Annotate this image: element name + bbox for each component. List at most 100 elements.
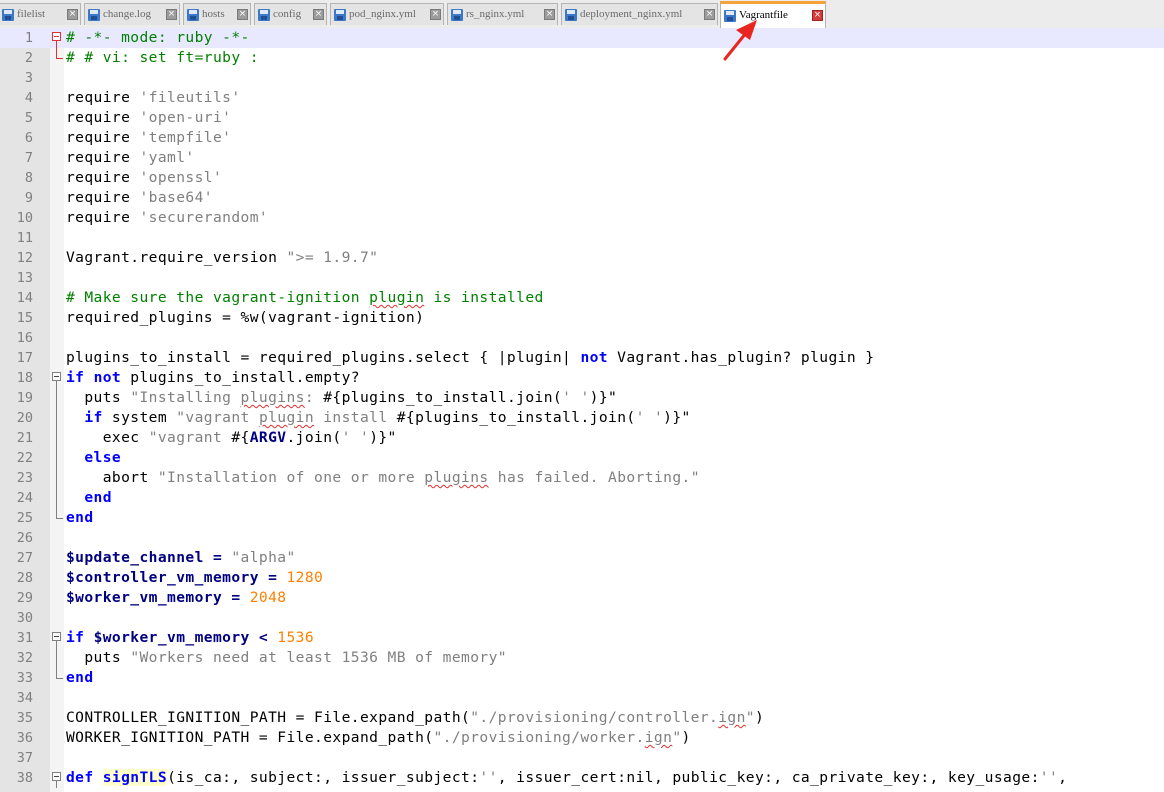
close-tab-icon[interactable]: × <box>67 9 78 20</box>
line-number: 1 <box>24 30 33 46</box>
tab-label: Vagrantfile <box>739 9 788 21</box>
code-line[interactable]: 32 puts "Workers need at least 1536 MB o… <box>0 648 1164 668</box>
line-number: 13 <box>16 270 33 286</box>
code-line[interactable]: 29 $worker_vm_memory = 2048 <box>0 588 1164 608</box>
line-number: 22 <box>16 450 33 466</box>
close-tab-icon[interactable]: × <box>812 10 823 21</box>
line-number: 32 <box>16 650 33 666</box>
close-tab-icon[interactable]: × <box>237 9 248 20</box>
code-line[interactable]: 7 require 'yaml' <box>0 148 1164 168</box>
line-number: 19 <box>16 390 33 406</box>
save-disk-icon <box>2 9 14 21</box>
line-number: 29 <box>16 590 33 606</box>
close-tab-icon[interactable]: × <box>430 9 441 20</box>
code-line[interactable]: 19 puts "Installing plugins: #{plugins_t… <box>0 388 1164 408</box>
code-line[interactable]: 23 abort "Installation of one or more pl… <box>0 468 1164 488</box>
tab-change-log[interactable]: change.log × <box>84 3 180 25</box>
code-line[interactable]: 28 $controller_vm_memory = 1280 <box>0 568 1164 588</box>
code-line[interactable]: 15 required_plugins = %w(vagrant-ignitio… <box>0 308 1164 328</box>
save-disk-icon <box>187 9 199 21</box>
code-line[interactable]: 38 def signTLS(is_ca:, subject:, issuer_… <box>0 768 1164 788</box>
tab-rs-nginx[interactable]: rs_nginx.yml × <box>447 3 558 25</box>
line-number: 26 <box>16 530 33 546</box>
tab-hosts[interactable]: hosts × <box>183 3 251 25</box>
code-line[interactable]: 27 $update_channel = "alpha" <box>0 548 1164 568</box>
code-line[interactable]: 6 require 'tempfile' <box>0 128 1164 148</box>
code-line[interactable]: 20 if system "vagrant plugin install #{p… <box>0 408 1164 428</box>
line-number: 28 <box>16 570 33 586</box>
code-line[interactable]: 25 end <box>0 508 1164 528</box>
line-number: 25 <box>16 510 33 526</box>
close-tab-icon[interactable]: × <box>313 9 324 20</box>
tab-vagrantfile[interactable]: Vagrantfile × <box>720 1 826 28</box>
code-line[interactable]: 13 <box>0 268 1164 288</box>
close-tab-icon[interactable]: × <box>166 9 177 20</box>
code-line[interactable]: 26 <box>0 528 1164 548</box>
line-number: 2 <box>24 50 33 66</box>
line-number: 18 <box>16 370 33 386</box>
fold-toggle-icon[interactable] <box>52 32 61 41</box>
code-line[interactable]: 9 require 'base64' <box>0 188 1164 208</box>
code-line[interactable]: 3 <box>0 68 1164 88</box>
line-number: 15 <box>16 310 33 326</box>
tab-deployment-nginx[interactable]: deployment_nginx.yml × <box>561 3 718 25</box>
code-line[interactable]: 17 plugins_to_install = required_plugins… <box>0 348 1164 368</box>
code-line[interactable]: 4 require 'fileutils' <box>0 88 1164 108</box>
code-line[interactable]: 1 # -*- mode: ruby -*- <box>0 28 1164 48</box>
tab-config[interactable]: config × <box>254 3 327 25</box>
line-number: 5 <box>24 110 33 126</box>
save-disk-icon <box>565 9 577 21</box>
line-number: 23 <box>16 470 33 486</box>
code-line[interactable]: 31 if $worker_vm_memory < 1536 <box>0 628 1164 648</box>
tab-pod-nginx[interactable]: pod_nginx.yml × <box>330 3 444 25</box>
line-number: 36 <box>16 730 33 746</box>
fold-toggle-icon[interactable] <box>52 632 61 641</box>
code-line[interactable]: 2 # # vi: set ft=ruby : <box>0 48 1164 68</box>
line-number: 37 <box>16 750 33 766</box>
close-tab-icon[interactable]: × <box>704 9 715 20</box>
line-number: 3 <box>24 70 33 86</box>
save-disk-icon <box>724 10 736 22</box>
save-disk-icon <box>258 9 270 21</box>
line-number: 35 <box>16 710 33 726</box>
code-line[interactable]: 22 else <box>0 448 1164 468</box>
code-line[interactable]: 21 exec "vagrant #{ARGV.join(' ')}" <box>0 428 1164 448</box>
code-line[interactable]: 33 end <box>0 668 1164 688</box>
tab-label: filelist <box>17 8 46 20</box>
code-line[interactable]: 10 require 'securerandom' <box>0 208 1164 228</box>
line-number: 12 <box>16 250 33 266</box>
line-number: 38 <box>16 770 33 786</box>
code-line[interactable]: 8 require 'openssl' <box>0 168 1164 188</box>
line-number: 31 <box>16 630 33 646</box>
save-disk-icon <box>451 9 463 21</box>
code-line[interactable]: 16 <box>0 328 1164 348</box>
line-number: 9 <box>24 190 33 206</box>
line-number: 34 <box>16 690 33 706</box>
tab-label: hosts <box>202 8 225 20</box>
code-line[interactable]: 34 <box>0 688 1164 708</box>
tab-bar: filelist × change.log × hosts × config ×… <box>0 0 1164 29</box>
code-line[interactable]: 30 <box>0 608 1164 628</box>
line-number: 7 <box>24 150 33 166</box>
code-line[interactable]: 14 # Make sure the vagrant-ignition plug… <box>0 288 1164 308</box>
line-number: 16 <box>16 330 33 346</box>
fold-toggle-icon[interactable] <box>52 372 61 381</box>
code-line[interactable]: 35 CONTROLLER_IGNITION_PATH = File.expan… <box>0 708 1164 728</box>
code-line[interactable]: 5 require 'open-uri' <box>0 108 1164 128</box>
code-line[interactable]: 18 if not plugins_to_install.empty? <box>0 368 1164 388</box>
tab-label: pod_nginx.yml <box>349 8 416 20</box>
code-line[interactable]: 24 end <box>0 488 1164 508</box>
code-line[interactable]: 11 <box>0 228 1164 248</box>
tab-filelist[interactable]: filelist × <box>0 3 81 25</box>
line-number: 6 <box>24 130 33 146</box>
fold-toggle-icon[interactable] <box>52 772 61 781</box>
code-line[interactable]: 12 Vagrant.require_version ">= 1.9.7" <box>0 248 1164 268</box>
code-line[interactable]: 36 WORKER_IGNITION_PATH = File.expand_pa… <box>0 728 1164 748</box>
line-number: 30 <box>16 610 33 626</box>
line-number: 8 <box>24 170 33 186</box>
close-tab-icon[interactable]: × <box>544 9 555 20</box>
code-line[interactable]: 37 <box>0 748 1164 768</box>
line-number: 17 <box>16 350 33 366</box>
tab-label: config <box>273 8 302 20</box>
code-editor[interactable]: 1 # -*- mode: ruby -*- 2 # # vi: set ft=… <box>0 28 1164 788</box>
